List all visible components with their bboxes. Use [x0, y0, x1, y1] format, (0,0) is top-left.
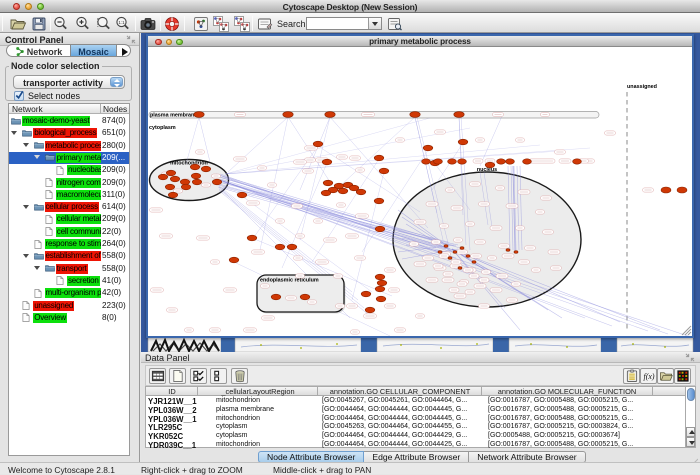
svg-text:endoplasmic reticulum: endoplasmic reticulum — [260, 278, 319, 284]
svg-text:unassigned: unassigned — [627, 84, 657, 90]
svg-text:plasma membrane: plasma membrane — [150, 113, 197, 119]
svg-text:mitochondrion: mitochondrion — [170, 161, 208, 167]
svg-text:1:1: 1:1 — [118, 19, 125, 24]
svg-text:nucleus: nucleus — [477, 167, 497, 173]
svg-text:f(x): f(x) — [643, 372, 654, 381]
svg-text:cytoplasm: cytoplasm — [149, 125, 176, 131]
